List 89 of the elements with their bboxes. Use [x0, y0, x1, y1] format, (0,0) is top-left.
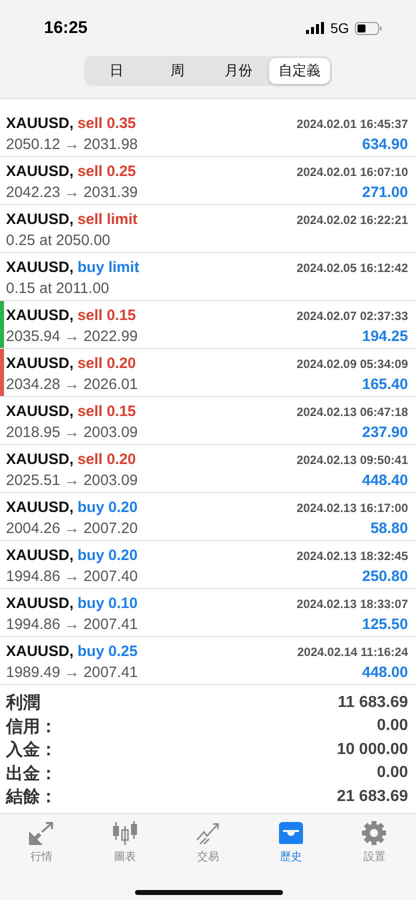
price-detail: 2004.26 → 2007.20: [6, 520, 138, 537]
settings-icon: [360, 820, 388, 846]
candlestick-icon: [110, 820, 139, 846]
order-row[interactable]: XAUUSD, buy limit 2024.02.05 16:12:42 0.15 at 2011.00: [0, 253, 416, 301]
period-tab[interactable]: 周: [147, 58, 208, 84]
battery-icon: [355, 22, 382, 34]
arrows-icon: [28, 820, 56, 846]
order-row[interactable]: XAUUSD, sell 0.25 2024.02.01 16:07:10 2042.23 → 2031.39 271.00: [0, 157, 416, 205]
symbol-label: XAUUSD,: [6, 258, 74, 276]
order-time: 2024.02.07 02:37:33: [296, 308, 408, 322]
order-row[interactable]: XAUUSD, sell 0.15 2024.02.07 02:37:33 2035.94 → 2022.99 194.25: [0, 301, 416, 349]
summary-value: 0.00: [376, 717, 408, 736]
period-tab[interactable]: 日: [86, 58, 147, 84]
symbol-label: XAUUSD,: [6, 114, 74, 132]
order-time: 2024.02.13 18:32:45: [296, 548, 408, 562]
price-detail: 2025.51 → 2003.09: [6, 472, 138, 489]
signal-icon: [306, 22, 324, 34]
order-time: 2024.02.13 16:17:00: [296, 500, 408, 514]
order-time: 2024.02.05 16:12:42: [296, 260, 408, 274]
summary-value: 21 683.69: [336, 788, 408, 806]
price-detail: 2018.95 → 2003.09: [6, 424, 138, 441]
symbol-label: XAUUSD,: [6, 162, 74, 180]
summary-label: 利潤: [6, 692, 40, 714]
price-detail: 2042.23 → 2031.39: [6, 184, 138, 201]
profit-value: 237.90: [362, 424, 408, 441]
summary-label: 信用：: [6, 716, 57, 738]
symbol-label: XAUUSD,: [6, 546, 74, 564]
order-type: sell 0.15: [78, 306, 136, 324]
order-type: sell 0.35: [78, 114, 136, 132]
symbol-label: XAUUSD,: [6, 306, 74, 324]
profit-value: 448.00: [362, 664, 408, 681]
summary-label: 結餘：: [6, 786, 57, 808]
profit-value: 165.40: [362, 376, 408, 393]
order-row[interactable]: XAUUSD, buy 0.25 2024.02.14 11:16:24 1989.49 → 2007.41 448.00: [0, 637, 416, 685]
price-detail: 0.25 at 2050.00: [6, 232, 110, 249]
order-time: 2024.02.01 16:45:37: [296, 116, 408, 130]
clock-time: 16:25: [44, 18, 88, 38]
order-time: 2024.02.14 11:16:24: [297, 644, 408, 658]
price-detail: 1989.49 → 2007.41: [6, 664, 138, 681]
order-type: sell 0.20: [78, 354, 136, 372]
price-detail: 2035.94 → 2022.99: [6, 328, 138, 345]
symbol-label: XAUUSD,: [6, 450, 74, 468]
symbol-label: XAUUSD,: [6, 210, 74, 228]
symbol-label: XAUUSD,: [6, 498, 74, 516]
profit-value: 194.25: [362, 328, 408, 345]
period-tab[interactable]: 自定義: [269, 58, 330, 84]
nav-tab[interactable]: 歷史: [250, 820, 333, 864]
order-type: buy 0.20: [78, 546, 138, 564]
order-time: 2024.02.09 05:34:09: [296, 356, 408, 370]
order-time: 2024.02.13 18:33:07: [296, 596, 408, 610]
profit-value: 125.50: [362, 616, 408, 633]
order-type: sell limit: [78, 210, 138, 228]
summary-label: 出金：: [6, 762, 57, 785]
order-type: buy limit: [78, 258, 140, 276]
price-detail: 1994.86 → 2007.41: [6, 616, 138, 633]
inbox-icon: [277, 820, 306, 846]
summary-label: 入金：: [6, 739, 57, 762]
network-label: 5G: [330, 20, 349, 36]
order-row[interactable]: XAUUSD, sell 0.15 2024.02.13 06:47:18 2018.95 → 2003.09 237.90: [0, 397, 416, 445]
price-detail: 0.15 at 2011.00: [6, 280, 110, 297]
symbol-label: XAUUSD,: [6, 594, 74, 612]
symbol-label: XAUUSD,: [6, 642, 74, 660]
order-time: 2024.02.13 09:50:41: [296, 452, 408, 466]
summary-value: 0.00: [376, 764, 408, 782]
order-time: 2024.02.13 06:47:18: [296, 404, 408, 418]
order-row[interactable]: XAUUSD, sell 0.20 2024.02.09 05:34:09 2034.28 → 2026.01 165.40: [0, 349, 416, 397]
symbol-label: XAUUSD,: [6, 402, 74, 420]
symbol-label: XAUUSD,: [6, 354, 74, 372]
summary-value: 11 683.69: [338, 694, 408, 712]
profit-value: 448.40: [362, 472, 408, 489]
order-row[interactable]: XAUUSD, sell limit 2024.02.02 16:22:21 0.25 at 2050.00: [0, 205, 416, 253]
order-type: buy 0.25: [78, 642, 138, 660]
profit-value: 58.80: [370, 520, 408, 537]
order-type: sell 0.15: [78, 402, 136, 420]
profit-value: 634.90: [362, 136, 408, 153]
price-detail: 2034.28 → 2026.01: [6, 376, 138, 393]
order-type: sell 0.20: [78, 450, 136, 468]
price-detail: 1994.86 → 2007.40: [6, 568, 138, 585]
summary-value: 10 000.00: [336, 740, 408, 759]
profit-value: 271.00: [362, 184, 408, 201]
order-time: 2024.02.01 16:07:10: [296, 164, 408, 178]
price-detail: 2050.12 → 2031.98: [6, 136, 138, 153]
order-time: 2024.02.02 16:22:21: [296, 212, 408, 226]
order-type: sell 0.25: [78, 162, 136, 180]
period-tab[interactable]: 月份: [208, 58, 269, 84]
order-type: buy 0.10: [78, 594, 138, 612]
order-row[interactable]: XAUUSD, sell 0.35 2024.02.01 16:45:37 2050.12 → 2031.98 634.90: [0, 109, 416, 157]
order-type: buy 0.20: [78, 498, 138, 516]
profit-value: 250.80: [362, 568, 408, 585]
